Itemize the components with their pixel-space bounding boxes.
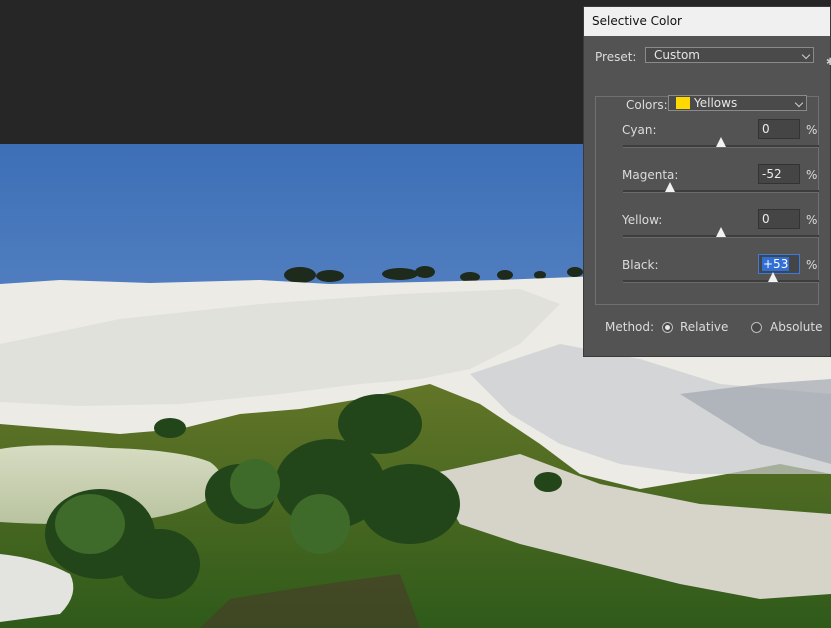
colors-label: Colors: bbox=[623, 98, 671, 112]
yellow-value: 0 bbox=[762, 212, 770, 226]
yellow-slider-thumb[interactable] bbox=[716, 227, 726, 237]
colors-value: Yellows bbox=[694, 96, 738, 110]
yellow-percent-unit: % bbox=[806, 213, 818, 227]
color-swatch bbox=[676, 97, 690, 109]
magenta-slider-track[interactable] bbox=[623, 190, 819, 193]
black-percent-unit: % bbox=[806, 258, 818, 272]
method-relative-label[interactable]: Relative bbox=[680, 320, 728, 334]
preset-label: Preset: bbox=[595, 50, 637, 64]
cyan-slider-thumb[interactable] bbox=[716, 137, 726, 147]
method-label: Method: bbox=[605, 320, 655, 334]
colors-dropdown[interactable]: Yellows bbox=[668, 95, 807, 111]
yellow-value-field[interactable]: 0 bbox=[758, 209, 800, 229]
black-value: +53 bbox=[762, 257, 790, 271]
method-absolute-radio[interactable] bbox=[751, 322, 762, 333]
chevron-down-icon bbox=[794, 98, 804, 108]
magenta-label: Magenta: bbox=[622, 168, 679, 182]
chevron-down-icon bbox=[801, 50, 811, 60]
cyan-value: 0 bbox=[762, 122, 770, 136]
dialog-title[interactable]: Selective Color bbox=[584, 7, 830, 36]
selective-color-dialog: Selective Color Preset: Custom ✱ Colors:… bbox=[583, 6, 831, 357]
magenta-value-field[interactable]: -52 bbox=[758, 164, 800, 184]
method-absolute-label[interactable]: Absolute bbox=[770, 320, 822, 334]
magenta-value: -52 bbox=[762, 167, 782, 181]
black-label: Black: bbox=[622, 258, 659, 272]
cyan-percent-unit: % bbox=[806, 123, 818, 137]
black-slider-track[interactable] bbox=[623, 280, 819, 283]
colors-group: Colors: Yellows Cyan: 0% Magenta: -52% Yello… bbox=[595, 95, 819, 305]
cyan-value-field[interactable]: 0 bbox=[758, 119, 800, 139]
yellow-label: Yellow: bbox=[622, 213, 663, 227]
preset-value: Custom bbox=[654, 48, 700, 62]
preset-dropdown[interactable]: Custom bbox=[645, 47, 814, 63]
black-slider-thumb[interactable] bbox=[767, 272, 778, 282]
magenta-slider-thumb[interactable] bbox=[665, 182, 676, 192]
magenta-percent-unit: % bbox=[806, 168, 818, 182]
black-value-field[interactable]: +53 bbox=[758, 254, 800, 274]
method-relative-radio[interactable] bbox=[662, 322, 673, 333]
settings-gear-icon[interactable]: ✱ bbox=[826, 57, 831, 68]
cyan-label: Cyan: bbox=[622, 123, 657, 137]
